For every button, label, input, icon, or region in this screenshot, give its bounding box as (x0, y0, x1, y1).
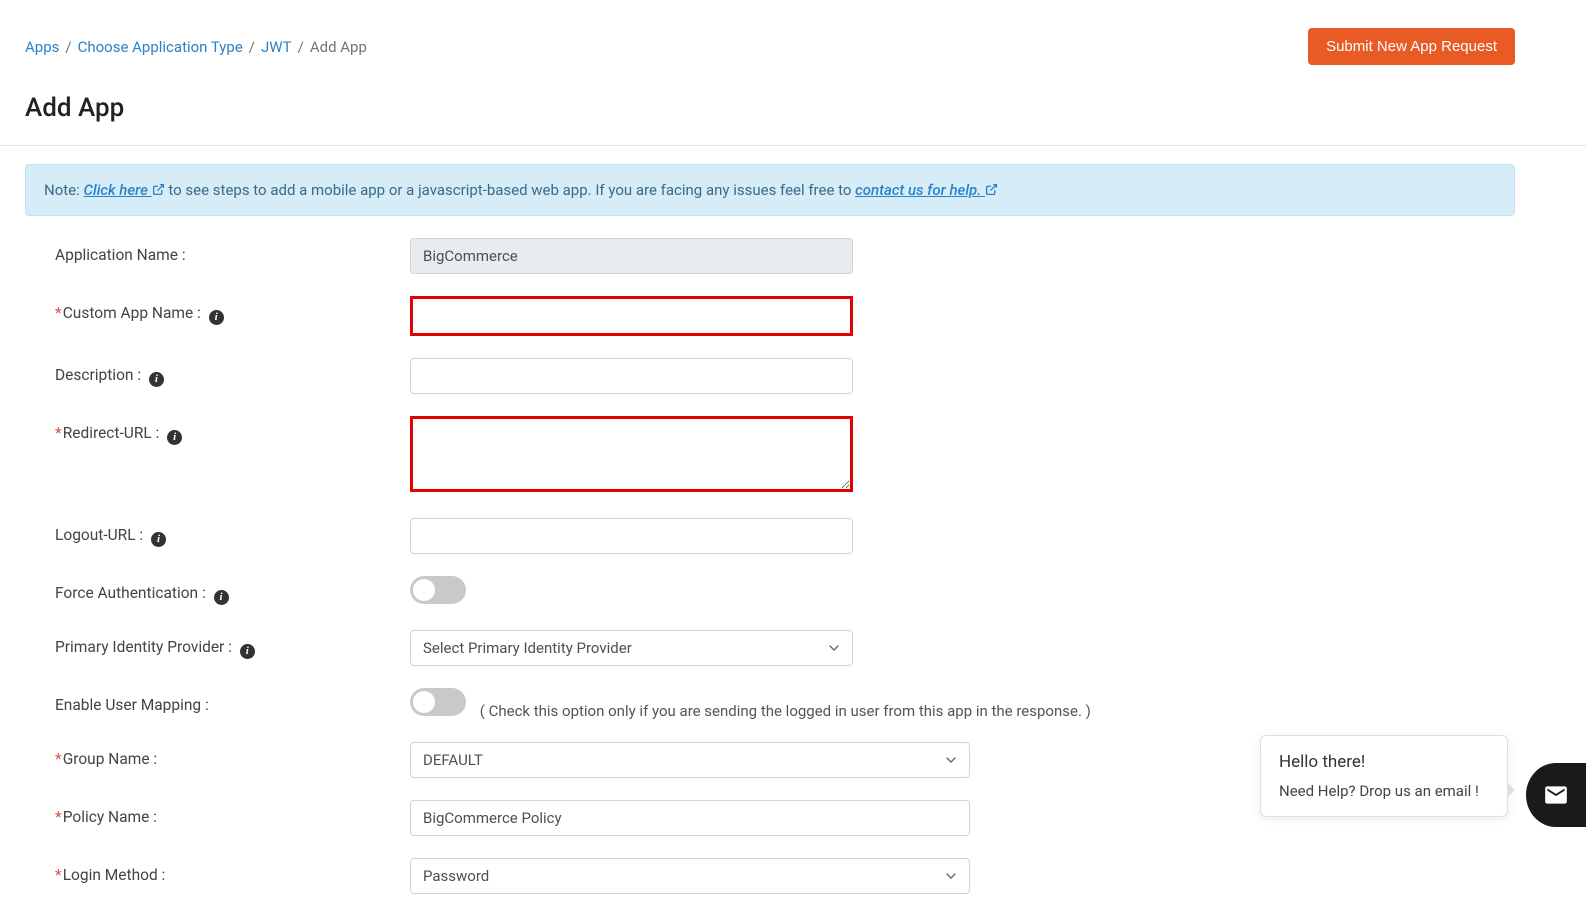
row-description: Description : i (25, 358, 1515, 394)
breadcrumb-separator: / (249, 38, 255, 56)
required-asterisk: * (55, 750, 62, 768)
row-custom-app-name: *Custom App Name : i (25, 296, 1515, 336)
application-name-input (410, 238, 853, 274)
breadcrumb-separator: / (298, 38, 304, 56)
row-primary-idp: Primary Identity Provider : i Select Pri… (25, 630, 1515, 666)
label-description: Description : i (55, 358, 410, 387)
chat-fab-button[interactable] (1526, 763, 1586, 827)
user-mapping-helper: ( Check this option only if you are send… (480, 688, 1091, 720)
external-link-icon (152, 183, 165, 196)
label-user-mapping: Enable User Mapping : (55, 688, 410, 714)
breadcrumb-apps[interactable]: Apps (25, 38, 59, 56)
info-icon[interactable]: i (149, 372, 164, 387)
chat-prompt: Need Help? Drop us an email ! (1279, 782, 1489, 800)
row-user-mapping: Enable User Mapping : ( Check this optio… (25, 688, 1515, 720)
required-asterisk: * (55, 808, 62, 826)
info-icon[interactable]: i (167, 430, 182, 445)
chat-widget[interactable]: Hello there! Need Help? Drop us an email… (1260, 735, 1508, 817)
divider (0, 145, 1586, 146)
custom-app-name-input[interactable] (410, 296, 853, 336)
required-asterisk: * (55, 304, 62, 322)
policy-name-input[interactable] (410, 800, 970, 836)
row-login-method: *Login Method : Password (25, 858, 1515, 894)
info-icon[interactable]: i (209, 310, 224, 325)
label-policy-name: *Policy Name : (55, 800, 410, 826)
group-name-select[interactable]: DEFAULT (410, 742, 970, 778)
breadcrumb-choose-app-type[interactable]: Choose Application Type (78, 38, 243, 56)
redirect-url-input[interactable] (410, 416, 853, 492)
info-icon[interactable]: i (240, 644, 255, 659)
note-prefix: Note: (44, 181, 83, 199)
label-primary-idp: Primary Identity Provider : i (55, 630, 410, 659)
required-asterisk: * (55, 866, 62, 884)
login-method-select[interactable]: Password (410, 858, 970, 894)
label-force-authentication: Force Authentication : i (55, 576, 410, 605)
row-application-name: Application Name : (25, 238, 1515, 274)
mail-icon (1543, 782, 1569, 808)
logout-url-input[interactable] (410, 518, 853, 554)
label-login-method: *Login Method : (55, 858, 410, 884)
label-group-name: *Group Name : (55, 742, 410, 768)
row-force-authentication: Force Authentication : i (25, 576, 1515, 608)
page-title: Add App (25, 93, 1515, 123)
breadcrumb-jwt[interactable]: JWT (261, 38, 292, 56)
label-logout-url: Logout-URL : i (55, 518, 410, 547)
label-custom-app-name: *Custom App Name : i (55, 296, 410, 325)
chat-pointer-icon (1507, 782, 1515, 798)
info-icon[interactable]: i (151, 532, 166, 547)
row-redirect-url: *Redirect-URL : i (25, 416, 1515, 496)
breadcrumb-separator: / (65, 38, 71, 56)
label-application-name: Application Name : (55, 238, 410, 264)
external-link-icon (985, 183, 998, 196)
top-bar: Apps / Choose Application Type / JWT / A… (25, 0, 1515, 65)
description-input[interactable] (410, 358, 853, 394)
primary-idp-select[interactable]: Select Primary Identity Provider (410, 630, 853, 666)
note-middle: to see steps to add a mobile app or a ja… (168, 181, 855, 199)
required-asterisk: * (55, 424, 62, 442)
user-mapping-toggle[interactable] (410, 688, 466, 716)
submit-new-app-request-button[interactable]: Submit New App Request (1308, 28, 1515, 65)
force-authentication-toggle[interactable] (410, 576, 466, 604)
note-banner: Note: Click here to see steps to add a m… (25, 164, 1515, 216)
row-logout-url: Logout-URL : i (25, 518, 1515, 554)
info-icon[interactable]: i (214, 590, 229, 605)
breadcrumb: Apps / Choose Application Type / JWT / A… (25, 38, 367, 56)
note-click-here-link[interactable]: Click here (83, 181, 164, 199)
breadcrumb-current: Add App (310, 38, 367, 56)
note-contact-link[interactable]: contact us for help. (855, 181, 998, 199)
label-redirect-url: *Redirect-URL : i (55, 416, 410, 445)
chat-greeting: Hello there! (1279, 752, 1489, 772)
